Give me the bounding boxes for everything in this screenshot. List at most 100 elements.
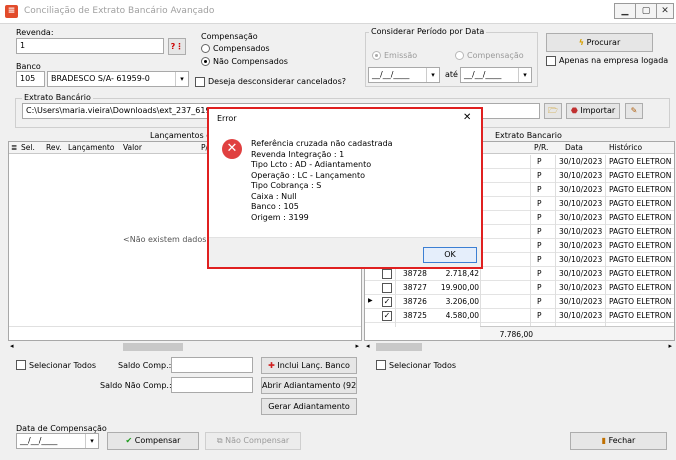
table-row[interactable]: 38728 2.718,42 P 30/10/2023 PAGTO ELETRON: [365, 267, 674, 281]
emissao-radio[interactable]: [372, 51, 381, 60]
minimize-button[interactable]: ▁: [614, 3, 636, 19]
edit-button[interactable]: ✎: [625, 103, 643, 119]
chevron-down-icon[interactable]: ▾: [85, 434, 98, 448]
row-checkbox[interactable]: [382, 283, 392, 293]
col-rev[interactable]: Rev.: [46, 143, 62, 152]
row-checkbox[interactable]: [382, 269, 392, 279]
row-pr: P: [537, 185, 542, 194]
col-data[interactable]: Data: [565, 143, 583, 152]
row-pr: P: [537, 171, 542, 180]
col-historico[interactable]: Histórico: [609, 143, 642, 152]
scroll-left-icon[interactable]: ◂: [366, 342, 370, 350]
error-icon: ✕: [222, 139, 242, 159]
dialog-message-line: Operação : LC - Lançamento: [251, 170, 366, 180]
desconsiderar-checkbox[interactable]: [195, 77, 205, 87]
dialog-title: Error: [217, 114, 237, 123]
dialog-message-line: Revenda Integração : 1: [251, 149, 345, 159]
scroll-left-icon[interactable]: ◂: [10, 342, 14, 350]
revenda-search-button[interactable]: ?⋮: [168, 38, 186, 55]
row-valor: 4.580,00: [445, 311, 479, 320]
row-pr: P: [537, 255, 542, 264]
total-value: 7.786,00: [499, 330, 533, 339]
table-row[interactable]: ▶ ✓ 38726 3.206,00 P 30/10/2023 PAGTO ELETRON: [365, 295, 674, 309]
right-horizontal-scrollbar[interactable]: ◂ ▸: [364, 342, 675, 352]
column-separator: [555, 155, 556, 327]
dialog-close-icon[interactable]: ✕: [463, 112, 471, 123]
row-pr: P: [537, 297, 542, 306]
procurar-label: Procurar: [586, 38, 621, 47]
col-lancamento[interactable]: Lançamento: [68, 143, 114, 152]
row-data: 30/10/2023: [559, 269, 603, 278]
folder-icon: 🗁: [548, 106, 558, 115]
compensar-button[interactable]: ✔ Compensar: [107, 432, 199, 450]
row-pointer-icon: ▶: [368, 297, 373, 304]
nao-compensados-radio[interactable]: [201, 57, 210, 66]
data-compensacao-input[interactable]: __/__/____ ▾: [16, 433, 99, 449]
row-checkbox[interactable]: ✓: [382, 311, 392, 321]
column-separator: [605, 155, 606, 327]
disabled-icon: ⧉: [216, 436, 223, 445]
compensacao-date-radio[interactable]: [455, 51, 464, 60]
row-pr: P: [537, 283, 542, 292]
col-pr-right[interactable]: P/R.: [534, 143, 548, 152]
scroll-right-icon[interactable]: ▸: [668, 342, 672, 350]
table-row[interactable]: 38727 19.900,00 P 30/10/2023 PAGTO ELETRON: [365, 281, 674, 295]
date-from-input[interactable]: __/__/____ ▾: [368, 67, 440, 83]
saldo-nao-comp-label: Saldo Não Comp.:: [100, 381, 172, 390]
row-historico: PAGTO ELETRON: [609, 199, 672, 208]
chevron-down-icon[interactable]: ▾: [175, 72, 188, 86]
abrir-adiantamento-button[interactable]: Abrir Adiantamento (924): [261, 377, 357, 394]
banco-code-input[interactable]: 105: [16, 71, 45, 87]
fechar-button[interactable]: ▮ Fechar: [570, 432, 667, 450]
row-data: 30/10/2023: [559, 311, 603, 320]
title-bar: ≡ Conciliação de Extrato Bancário Avança…: [0, 0, 676, 24]
inclui-lanc-button[interactable]: ✚ Inclui Lanç. Banco: [261, 357, 357, 374]
row-checkbox[interactable]: ✓: [382, 297, 392, 307]
question-icon: ?⋮: [170, 42, 184, 51]
saldo-comp-label: Saldo Comp.:: [118, 361, 172, 370]
chevron-down-icon[interactable]: ▾: [426, 68, 439, 82]
dialog-message-line: Caixa : Null: [251, 191, 297, 201]
lightning-icon: ϟ: [578, 38, 585, 47]
compensar-label: Compensar: [134, 436, 181, 445]
col-sel[interactable]: Sel.: [21, 143, 35, 152]
maximize-icon[interactable]: ▢: [635, 3, 657, 19]
date-to-value: __/__/____: [464, 70, 502, 79]
date-from-value: __/__/____: [372, 70, 410, 79]
importar-button[interactable]: ⬣ Importar: [566, 103, 620, 119]
row-historico: PAGTO ELETRON: [609, 255, 672, 264]
banco-select[interactable]: BRADESCO S/A- 61959-0 ▾: [47, 71, 189, 87]
nao-compensar-button[interactable]: ⧉ Não Compensar: [205, 432, 301, 450]
row-historico: PAGTO ELETRON: [609, 297, 672, 306]
revenda-label: Revenda:: [16, 28, 54, 37]
compensados-radio[interactable]: [201, 44, 210, 53]
date-to-input[interactable]: __/__/____ ▾: [460, 67, 532, 83]
procurar-button[interactable]: ϟ Procurar: [546, 33, 653, 52]
importar-label: Importar: [580, 106, 616, 115]
dialog-message-line: Origem : 3199: [251, 212, 309, 222]
banco-label: Banco: [16, 62, 41, 71]
window-title: Conciliação de Extrato Bancário Avançado: [24, 6, 215, 16]
compensacao-date-label: Compensação: [467, 51, 524, 60]
open-folder-button[interactable]: 🗁: [544, 103, 562, 119]
revenda-input[interactable]: 1: [16, 38, 164, 54]
row-data: 30/10/2023: [559, 185, 603, 194]
grid-menu-icon[interactable]: ≣: [11, 143, 17, 152]
close-button[interactable]: ✕: [656, 3, 674, 19]
data-compensacao-value: __/__/____: [20, 436, 58, 445]
select-all-left-checkbox[interactable]: [16, 360, 26, 370]
scroll-right-icon[interactable]: ▸: [355, 342, 359, 350]
chevron-down-icon[interactable]: ▾: [518, 68, 531, 82]
apenas-checkbox[interactable]: [546, 56, 556, 66]
left-scroll-thumb[interactable]: [123, 343, 183, 351]
col-valor[interactable]: Valor: [123, 143, 142, 152]
right-scroll-thumb[interactable]: [376, 343, 422, 351]
row-data: 30/10/2023: [559, 283, 603, 292]
select-all-right-checkbox[interactable]: [376, 360, 386, 370]
ok-button[interactable]: OK: [423, 247, 477, 263]
row-doc: 38725: [403, 311, 427, 320]
gerar-adiantamento-button[interactable]: Gerar Adiantamento: [261, 398, 357, 415]
left-horizontal-scrollbar[interactable]: ◂ ▸: [8, 342, 362, 352]
row-data: 30/10/2023: [559, 157, 603, 166]
table-row[interactable]: ✓ 38725 4.580,00 P 30/10/2023 PAGTO ELETRON: [365, 309, 674, 323]
